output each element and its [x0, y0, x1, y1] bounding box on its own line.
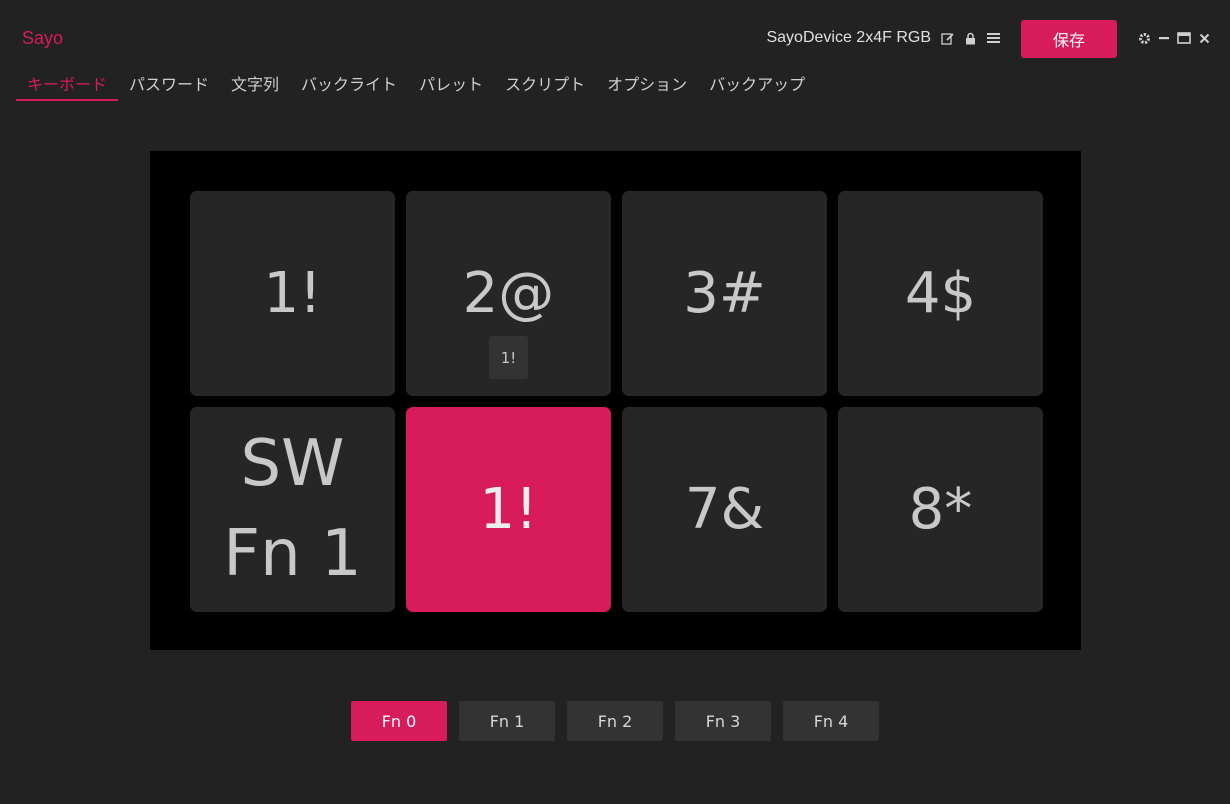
- key-sub-label: 1!: [489, 336, 528, 379]
- key-label: 1!: [263, 260, 322, 326]
- key-2[interactable]: 2@ 1!: [406, 191, 611, 396]
- menu-icon[interactable]: [986, 31, 1000, 45]
- key-8[interactable]: 8*: [838, 407, 1043, 612]
- device-info: SayoDevice 2x4F RGB: [766, 29, 1000, 47]
- main-tabs: キーボード パスワード 文字列 バックライト パレット スクリプト オプション …: [16, 64, 816, 101]
- key-label: 1!: [479, 476, 538, 542]
- device-name: SayoDevice 2x4F RGB: [766, 29, 931, 46]
- settings-gear-icon[interactable]: [1137, 30, 1151, 46]
- fn-layer-button-2[interactable]: Fn 2: [567, 701, 663, 741]
- tab-backup[interactable]: バックアップ: [698, 64, 816, 99]
- key-label: 2@: [462, 260, 555, 326]
- fn-layer-button-4[interactable]: Fn 4: [783, 701, 879, 741]
- key-label: SW Fn 1: [223, 426, 362, 591]
- tab-string[interactable]: 文字列: [220, 64, 290, 99]
- key-6-selected[interactable]: 1!: [406, 407, 611, 612]
- key-4[interactable]: 4$: [838, 191, 1043, 396]
- tab-backlight[interactable]: バックライト: [290, 64, 408, 99]
- lock-icon[interactable]: [963, 31, 977, 45]
- key-label: 8*: [908, 476, 973, 542]
- key-7[interactable]: 7&: [622, 407, 827, 612]
- key-1[interactable]: 1!: [190, 191, 395, 396]
- minimize-icon[interactable]: [1157, 30, 1171, 46]
- tab-keyboard[interactable]: キーボード: [16, 64, 119, 101]
- key-5[interactable]: SW Fn 1: [190, 407, 395, 612]
- app-logo: Sayo: [22, 28, 64, 48]
- edit-icon[interactable]: [940, 31, 954, 45]
- close-icon[interactable]: [1197, 30, 1211, 46]
- tab-script[interactable]: スクリプト: [494, 64, 596, 99]
- fn-layer-button-0[interactable]: Fn 0: [351, 701, 447, 741]
- tab-password[interactable]: パスワード: [118, 64, 220, 99]
- key-label: 3#: [683, 260, 766, 326]
- fn-layer-button-1[interactable]: Fn 1: [459, 701, 555, 741]
- key-3[interactable]: 3#: [622, 191, 827, 396]
- key-label: 4$: [904, 260, 977, 326]
- fn-layer-selector: Fn 0 Fn 1 Fn 2 Fn 3 Fn 4: [351, 701, 879, 741]
- maximize-icon[interactable]: [1177, 30, 1191, 46]
- save-button[interactable]: 保存: [1021, 20, 1117, 58]
- tab-palette[interactable]: パレット: [408, 64, 494, 99]
- tab-options[interactable]: オプション: [596, 64, 698, 99]
- app-window: Sayo SayoDevice 2x4F RGB 保存 キーボード パスワード …: [0, 0, 1230, 804]
- fn-layer-button-3[interactable]: Fn 3: [675, 701, 771, 741]
- key-label: 7&: [684, 476, 765, 542]
- window-controls: [1137, 30, 1211, 46]
- keyboard-layout-panel: 1! 2@ 1! 3# 4$ SW Fn 1 1! 7& 8*: [150, 151, 1081, 650]
